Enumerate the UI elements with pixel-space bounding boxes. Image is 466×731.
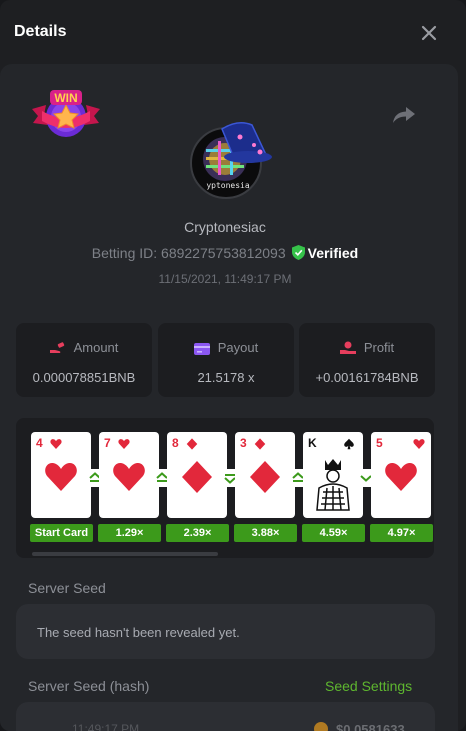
avatar-caption: yptonesia <box>206 181 250 190</box>
background-bet-amount: $0.0581633 <box>336 722 405 731</box>
card-icon <box>193 343 210 355</box>
username: Cryptonesiac <box>184 219 266 235</box>
win-badge-icon: WIN <box>32 90 100 137</box>
multiplier-badge: 2.39× <box>166 524 229 542</box>
payout-value: 21.5178 x <box>197 370 255 385</box>
heart-icon <box>50 439 62 449</box>
diamond-icon <box>182 461 212 493</box>
heart-icon <box>118 439 130 449</box>
playing-card: 3 <box>235 432 295 518</box>
spade-icon <box>344 438 354 450</box>
bet-datetime: 11/15/2021, 11:49:17 PM <box>158 272 292 286</box>
multiplier-badge: Start Card <box>30 524 93 542</box>
diamond-icon <box>250 461 280 493</box>
amount-stat: Amount 0.000078851BNB <box>16 323 152 397</box>
server-seed-field: The seed hasn't been revealed yet. <box>16 604 435 659</box>
server-seed-label: Server Seed <box>28 580 106 596</box>
playing-card: 8 <box>167 432 227 518</box>
multiplier-badge: 4.97× <box>370 524 433 542</box>
king-figure-icon <box>316 459 350 511</box>
coin-icon <box>314 722 328 731</box>
diamond-icon <box>186 438 198 450</box>
win-badge-text: WIN <box>54 91 77 105</box>
heart-icon <box>113 463 145 491</box>
hand-coins-icon <box>49 342 64 353</box>
verified-label: Verified <box>307 245 359 261</box>
betting-id-row: Betting ID: 6892275753812093 Verified <box>0 245 450 261</box>
playing-card: 5 <box>371 432 431 518</box>
card-rank: 7 <box>104 436 111 450</box>
betting-id: Betting ID: 6892275753812093 <box>91 245 286 261</box>
server-seed-value: The seed hasn't been revealed yet. <box>37 625 240 640</box>
hand-coin-icon <box>339 341 356 354</box>
amount-label: Amount <box>73 340 119 355</box>
payout-label: Payout <box>217 340 259 355</box>
profit-label: Profit <box>363 340 395 355</box>
wizard-hat-icon <box>221 122 272 163</box>
background-bet-time: 11:49:17 PM <box>72 722 140 731</box>
card-rank: 3 <box>240 436 247 450</box>
diamond-icon <box>254 438 266 450</box>
card-history: 4 Start Card 7 1.29× 8 2.39× 3 3.88× K 4… <box>16 418 434 558</box>
cards-scrollbar[interactable] <box>32 552 218 556</box>
playing-card: 7 <box>99 432 159 518</box>
verified-shield-icon <box>291 245 305 260</box>
card-rank: 5 <box>376 436 383 450</box>
seed-settings-link[interactable]: Seed Settings <box>325 678 412 694</box>
multiplier-badge: 1.29× <box>98 524 161 542</box>
modal-header: Details <box>0 0 466 64</box>
payout-stat: Payout 21.5178 x <box>158 323 294 397</box>
card-rank: 4 <box>36 436 43 450</box>
playing-card: K <box>303 432 363 518</box>
details-modal: Details WIN yptonesia Cryptonesiac Betti… <box>0 0 466 731</box>
multiplier-badge: 3.88× <box>234 524 297 542</box>
heart-icon <box>45 463 77 491</box>
heart-icon <box>385 463 417 491</box>
profit-stat: Profit +0.00161784BNB <box>299 323 435 397</box>
card-rank: 8 <box>172 436 179 450</box>
playing-card: 4 <box>31 432 91 518</box>
heart-icon <box>413 439 425 449</box>
share-icon[interactable] <box>392 104 416 126</box>
server-seed-hash-label: Server Seed (hash) <box>28 678 150 694</box>
card-rank: K <box>308 436 317 450</box>
modal-title: Details <box>14 23 67 40</box>
close-icon[interactable] <box>418 22 440 44</box>
amount-value: 0.000078851BNB <box>32 370 136 385</box>
multiplier-badge: 4.59× <box>302 524 365 542</box>
profit-value: +0.00161784BNB <box>315 370 419 385</box>
